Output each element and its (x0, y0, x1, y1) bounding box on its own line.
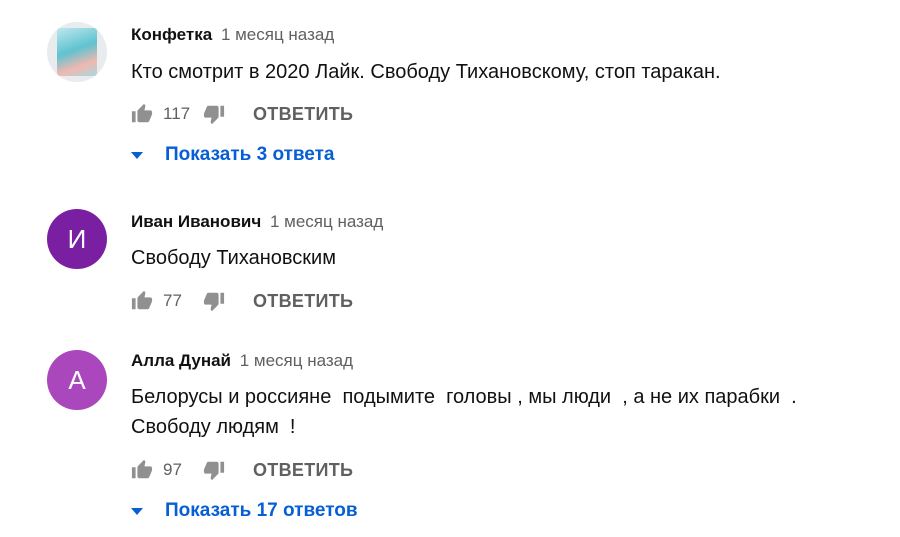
like-count: 117 (163, 104, 191, 123)
like-count: 77 (163, 291, 182, 310)
thumb-up-icon[interactable] (131, 103, 153, 125)
like-count: 97 (163, 460, 182, 479)
comment-header: Конфетка 1 месяц назад (131, 25, 334, 45)
reply-button[interactable]: ОТВЕТИТЬ (253, 291, 353, 312)
avatar[interactable]: И (47, 209, 107, 269)
comment-actions: 97 ОТВЕТИТЬ (131, 458, 353, 482)
thumb-up-icon[interactable] (131, 290, 153, 312)
caret-down-icon (131, 500, 143, 522)
comment-text: Свободу Тихановским (131, 247, 336, 269)
avatar-letter: А (68, 364, 86, 395)
comment-actions: 77 ОТВЕТИТЬ (131, 289, 353, 313)
comment-time[interactable]: 1 месяц назад (270, 212, 383, 231)
comment-text: Кто смотрит в 2020 Лайк. Свободу Тиханов… (131, 61, 721, 83)
author-name[interactable]: Конфетка (131, 25, 212, 44)
caret-down-icon (131, 144, 143, 166)
author-name[interactable]: Иван Иванович (131, 212, 261, 231)
thumb-up-icon[interactable] (131, 459, 153, 481)
reply-button[interactable]: ОТВЕТИТЬ (253, 460, 353, 481)
author-name[interactable]: Алла Дунай (131, 351, 231, 370)
reply-button[interactable]: ОТВЕТИТЬ (253, 104, 353, 125)
show-replies-button[interactable]: Показать 3 ответа (131, 144, 335, 166)
comment-text-line-2: Свободу людям ! (131, 416, 296, 438)
comment-text-line-1: Белорусы и россияне подымите головы , мы… (131, 386, 797, 408)
comment-time[interactable]: 1 месяц назад (240, 351, 353, 370)
show-replies-label: Показать 3 ответа (165, 144, 335, 165)
comment-header: Иван Иванович 1 месяц назад (131, 212, 383, 232)
comment-header: Алла Дунай 1 месяц назад (131, 351, 353, 371)
avatar[interactable]: А (47, 350, 107, 410)
show-replies-label: Показать 17 ответов (165, 500, 358, 521)
avatar-image (57, 28, 97, 76)
avatar-letter: И (67, 223, 87, 254)
comment-time[interactable]: 1 месяц назад (221, 25, 334, 44)
thumb-down-icon[interactable] (203, 103, 225, 125)
avatar[interactable] (47, 22, 107, 82)
thumb-down-icon[interactable] (203, 459, 225, 481)
comment-actions: 117 ОТВЕТИТЬ (131, 102, 353, 126)
thumb-down-icon[interactable] (203, 290, 225, 312)
show-replies-button[interactable]: Показать 17 ответов (131, 500, 358, 522)
